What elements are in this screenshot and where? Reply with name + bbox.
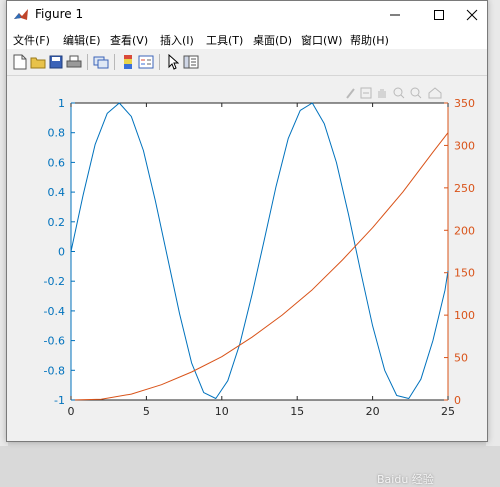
pointer-icon — [168, 54, 179, 70]
left-y-tick-label: 0.8 — [48, 127, 66, 140]
close-icon — [466, 9, 478, 21]
open-file-button[interactable] — [29, 53, 47, 71]
right-y-tick-label: 0 — [454, 394, 461, 407]
left-y-tick-label: -0.2 — [44, 275, 65, 288]
save-icon — [49, 55, 63, 69]
right-y-tick-label: 350 — [454, 97, 475, 110]
matlab-logo-icon — [13, 7, 29, 23]
left-y-tick-label: 0.6 — [48, 156, 66, 169]
left-y-tick-label: -0.6 — [44, 335, 65, 348]
open-file-icon — [30, 57, 46, 69]
line-chart: 0 5 10 15 20 25 1 0.8 0.6 0.4 0.2 0 -0.2 -0.4 -0.6 -0.8… — [44, 97, 475, 418]
x-tick-label: 5 — [143, 405, 150, 418]
left-y-tick-label: 0 — [58, 246, 65, 259]
x-tick-label: 15 — [290, 405, 304, 418]
colorbar-icon — [124, 55, 132, 69]
right-y-tick-label: 250 — [454, 182, 475, 195]
colorbar-button[interactable] — [119, 53, 137, 71]
menu-view[interactable]: 查看(V) — [110, 32, 148, 48]
close-button[interactable] — [457, 1, 487, 29]
left-y-tick-label: -0.8 — [44, 364, 65, 377]
x-tick-label: 10 — [215, 405, 229, 418]
maximize-icon — [434, 10, 444, 20]
property-editor-icon — [183, 55, 199, 69]
menu-desktop[interactable]: 桌面(D) — [253, 32, 292, 48]
figure-canvas: 0 5 10 15 20 25 1 0.8 0.6 0.4 0.2 0 -0.2 -0.4 -0.6 -0.8… — [7, 76, 487, 486]
figure-window: Figure 1 文件(F) 编辑(E) 查看(V) 插入(I) 工具(T) 桌… — [6, 0, 488, 486]
quadratic-series-line — [70, 132, 449, 401]
window-title: Figure 1 — [35, 7, 84, 21]
sine-series-line — [70, 102, 449, 399]
right-y-tick-label: 100 — [454, 309, 475, 322]
right-y-tick-label: 150 — [454, 267, 475, 280]
new-figure-icon — [13, 54, 27, 70]
menu-bar: 文件(F) 编辑(E) 查看(V) 插入(I) 工具(T) 桌面(D) 窗口(W… — [7, 29, 487, 49]
minimize-button[interactable] — [373, 1, 417, 29]
figure-toolbar — [7, 49, 487, 76]
right-y-tick-label: 200 — [454, 224, 475, 237]
left-y-tick-label: -1 — [54, 394, 65, 407]
legend-button[interactable] — [137, 53, 155, 71]
link-plot-button[interactable] — [92, 53, 110, 71]
right-y-tick-label: 50 — [454, 352, 468, 365]
title-bar[interactable]: Figure 1 — [7, 1, 487, 29]
left-y-tick-label: 1 — [58, 97, 65, 110]
menu-edit[interactable]: 编辑(E) — [63, 32, 101, 48]
x-tick-label: 20 — [366, 405, 380, 418]
edit-plot-button[interactable] — [164, 53, 182, 71]
link-icon — [93, 56, 109, 69]
background-window-right — [486, 0, 500, 446]
x-tick-label: 25 — [441, 405, 455, 418]
left-y-tick-label: 0.4 — [48, 186, 66, 199]
x-tick-label: 0 — [68, 405, 75, 418]
left-y-tick-label: -0.4 — [44, 305, 65, 318]
right-y-tick-label: 300 — [454, 139, 475, 152]
save-button[interactable] — [47, 53, 65, 71]
watermark: Baidu 经验 — [377, 473, 434, 486]
menu-window[interactable]: 窗口(W) — [301, 32, 342, 48]
menu-tools[interactable]: 工具(T) — [206, 32, 243, 48]
toolbar-separator — [159, 54, 160, 70]
menu-help[interactable]: 帮助(H) — [350, 32, 389, 48]
property-editor-button[interactable] — [182, 53, 200, 71]
maximize-button[interactable] — [417, 1, 461, 29]
legend-icon — [138, 55, 154, 69]
menu-insert[interactable]: 插入(I) — [160, 32, 194, 48]
left-y-tick-label: 0.2 — [48, 216, 66, 229]
minimize-icon — [390, 14, 400, 16]
toolbar-separator — [87, 54, 88, 70]
new-figure-button[interactable] — [11, 53, 29, 71]
toolbar-separator — [114, 54, 115, 70]
print-button[interactable] — [65, 53, 83, 71]
menu-file[interactable]: 文件(F) — [13, 32, 50, 48]
print-icon — [66, 55, 82, 68]
